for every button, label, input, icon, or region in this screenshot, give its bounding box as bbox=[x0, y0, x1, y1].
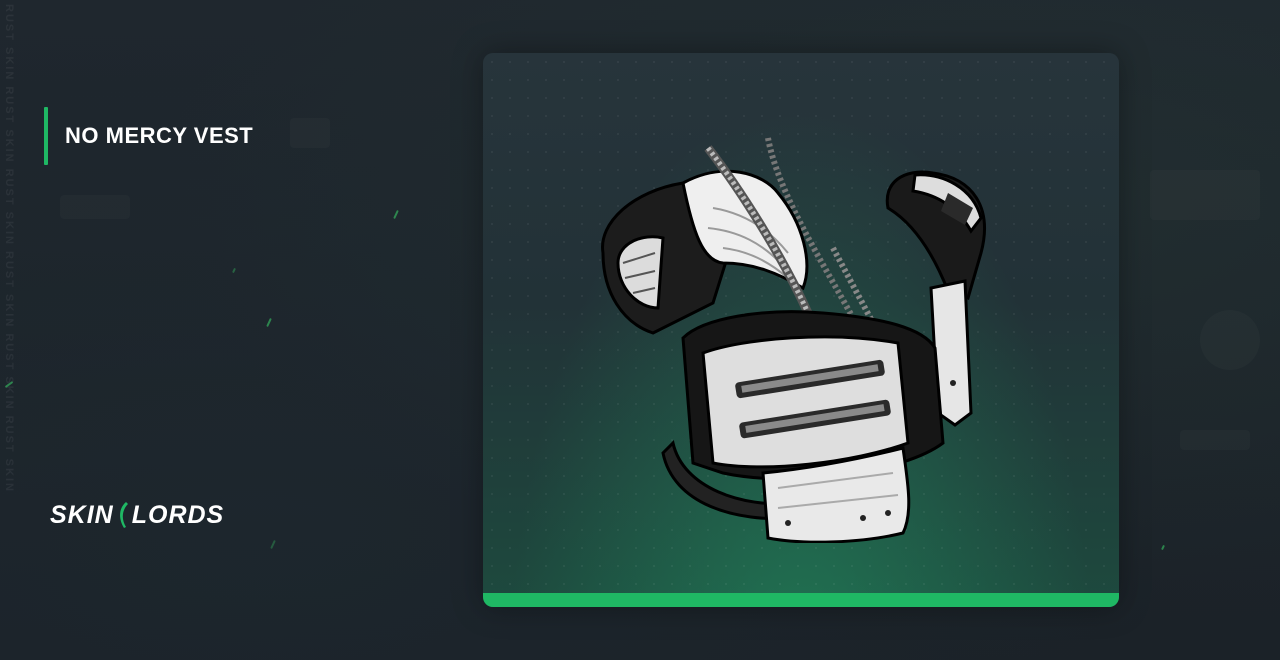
background-spark bbox=[1161, 544, 1165, 551]
side-watermark-text: RUST SKIN RUST SKIN RUST SKIN RUST SKIN … bbox=[3, 4, 15, 493]
background-blur-block bbox=[290, 118, 330, 148]
item-card bbox=[483, 53, 1119, 607]
background-spark bbox=[393, 209, 399, 220]
banner: RUST SKIN RUST SKIN RUST SKIN RUST SKIN … bbox=[0, 0, 1280, 660]
card-accent-bar bbox=[483, 593, 1119, 607]
background-spark bbox=[270, 539, 276, 550]
sickle-logo-icon bbox=[119, 502, 128, 528]
item-title: NO MERCY VEST bbox=[65, 123, 254, 148]
logo-text-lords: LORDS bbox=[131, 500, 225, 529]
background-spark bbox=[266, 317, 272, 328]
side-watermark-strip: RUST SKIN RUST SKIN RUST SKIN RUST SKIN … bbox=[0, 0, 22, 660]
logo-text-skin: SKIN bbox=[50, 500, 114, 529]
background-blur-block bbox=[60, 195, 130, 219]
background-blur-block bbox=[1200, 310, 1260, 370]
background-blur-block bbox=[1180, 430, 1250, 450]
title-accent-bar bbox=[44, 107, 48, 165]
background-spark bbox=[232, 267, 236, 274]
site-logo[interactable]: SKIN LORDS bbox=[50, 500, 224, 530]
armored-vest-icon bbox=[601, 137, 986, 543]
title-block: NO MERCY VEST bbox=[44, 107, 253, 165]
background-blur-block bbox=[1150, 170, 1260, 220]
